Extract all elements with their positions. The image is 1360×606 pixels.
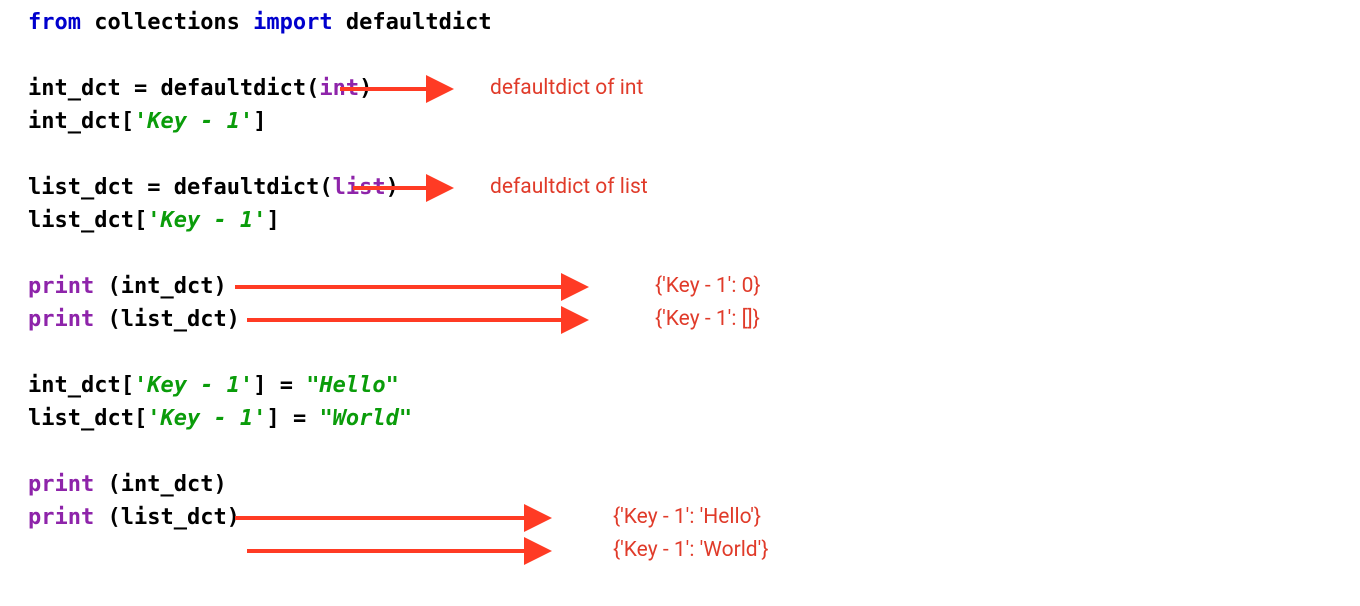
- annotation-1: defaultdict of int: [490, 76, 643, 100]
- annotation-2: defaultdict of list: [490, 175, 648, 199]
- annotation-5: {'Key - 1': 'Hello'}: [613, 505, 761, 529]
- annotation-3: {'Key - 1': 0}: [655, 274, 761, 298]
- annotation-6: {'Key - 1': 'World'}: [613, 538, 768, 562]
- annotation-4: {'Key - 1': []}: [655, 307, 760, 331]
